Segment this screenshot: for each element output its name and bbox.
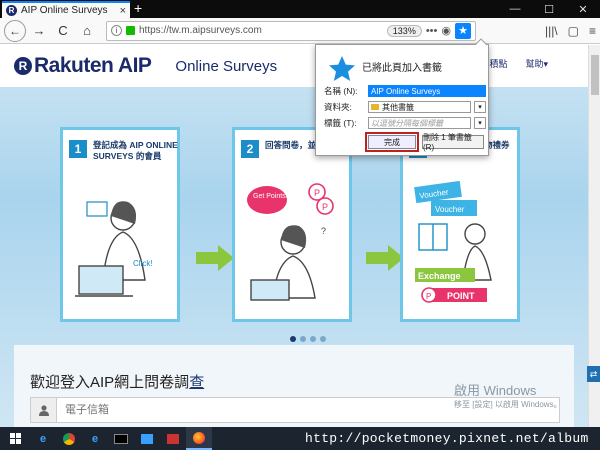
step-card-3: 3 積分，兌換購物禮券 Voucher Voucher Exchange P P… [400,127,520,322]
bookmark-popup: 已將此頁加入書籤 名稱 (N): AIP Online Surveys 資料夾:… [315,38,489,156]
login-title: 歡迎登入AIP網上問卷調查 [30,371,204,392]
web-page: R Rakuten AIP Online Surveys 的積點 幫助▾ 1 登… [0,45,588,427]
pocket-icon[interactable]: ◉ [441,24,451,37]
back-button[interactable]: ← [4,19,26,42]
library-icon[interactable]: |||\ [545,24,558,38]
point-label: POINT [447,291,475,301]
window-controls: — ☐ ✕ [498,0,600,18]
popup-title: 已將此頁加入書籤 [362,63,442,74]
tab-favicon: R [6,5,17,16]
forward-button[interactable]: → [28,20,50,42]
site-nav: 的積點 幫助▾ [480,57,548,70]
folder-icon [371,104,379,110]
login-title-link[interactable]: 查 [189,374,204,391]
site-header: R Rakuten AIP Online Surveys 的積點 幫助▾ [0,45,588,87]
maximize-button[interactable]: ☐ [532,0,566,18]
sidebar-icon[interactable]: ▢ [568,24,579,38]
reload-button[interactable]: C [52,20,74,42]
activation-line2: 移至 [設定] 以啟用 Windows。 [454,400,562,409]
lock-icon [126,26,135,35]
activation-line1: 啟用 Windows [454,383,537,398]
info-icon[interactable]: i [111,25,122,36]
survey-user-illustration: Get Points! P P ? [247,183,334,301]
get-points-label: Get Points! [253,193,288,200]
tab-title: AIP Online Surveys [21,5,108,16]
chrome-icon[interactable] [56,427,82,450]
new-tab-button[interactable]: + [134,1,142,16]
ie-icon[interactable]: e [82,427,108,450]
site-nav-help[interactable]: 幫助▾ [525,57,548,70]
tags-field[interactable]: 以逗號分隔每個標籤 [368,117,471,129]
bookmark-tags-row: 標籤 (T): 以逗號分隔每個標籤 ▾ [324,117,486,129]
carousel-dots [290,336,326,342]
click-label: Click! [133,259,153,268]
home-button[interactable]: ⌂ [76,20,98,42]
toolbar-right: |||\ ▢ ≡ [545,24,596,38]
blog-watermark: http://pocketmoney.pixnet.net/album [305,431,589,446]
store-icon[interactable] [134,427,160,450]
step-text: 登記成為 AIP ONLINE SURVEYS 的會員 [93,140,178,161]
minimize-button[interactable]: — [498,0,532,18]
points-p-label: P [322,202,328,212]
address-bar[interactable]: i https://tw.m.aipsurveys.com 133% ••• ◉… [106,20,476,41]
bookmark-star-icon[interactable]: ★ [455,22,471,39]
tags-dropdown-button[interactable]: ▾ [474,117,486,129]
carousel-dot[interactable] [300,336,306,342]
voucher-label: Voucher [435,205,465,214]
exchange-label: Exchange [418,271,461,281]
point-p-label: P [426,292,431,301]
site-subtitle: Online Surveys [175,57,278,75]
remove-bookmark-button[interactable]: 刪除 1 筆書籤 (R) [422,133,484,152]
edge-icon[interactable]: e [30,427,56,450]
folder-select[interactable]: 其他書籤 [368,101,471,113]
carousel-dot[interactable] [320,336,326,342]
carousel-dot[interactable] [290,336,296,342]
name-label: 名稱 (N): [324,86,358,96]
rakuten-logo-mark[interactable]: R [14,57,32,75]
menu-icon[interactable]: ≡ [589,24,596,38]
step-card-1: 1 登記成為 AIP ONLINE SURVEYS 的會員 Click! [60,127,180,322]
question-mark-label: ? [321,226,326,236]
tags-label: 標籤 (T): [324,118,357,128]
bookmark-star-icon [329,56,355,81]
start-button[interactable] [0,427,30,450]
folder-dropdown-button[interactable]: ▾ [474,101,486,113]
bookmark-name-field[interactable]: AIP Online Surveys [368,85,486,97]
voucher-exchange-illustration: Voucher Voucher Exchange P POINT [414,180,492,303]
side-widget-icon[interactable]: ⇄ [587,366,600,382]
tab-aip-online-surveys[interactable]: R AIP Online Surveys × [2,1,130,18]
carousel-dot[interactable] [310,336,316,342]
folder-value: 其他書籤 [382,102,414,112]
bookmark-folder-row: 資料夾: 其他書籤 ▾ [324,101,486,113]
photos-icon[interactable] [160,427,186,450]
laptop-user-illustration: Click! [75,201,153,297]
arrow-right-icon [196,245,234,271]
arrow-right-icon [366,245,404,271]
bookmark-name-row: 名稱 (N): AIP Online Surveys [324,85,486,97]
tab-strip: R AIP Online Surveys × + — ☐ ✕ [0,0,600,18]
login-title-text: 歡迎登入AIP網上問卷調 [30,374,190,391]
step-card-2: 2 回答問卷，並累積積分 Get Points! P P ? [232,127,352,322]
navigation-toolbar: ← → C ⌂ i https://tw.m.aipsurveys.com 13… [0,18,600,44]
user-icon [31,398,57,422]
rakuten-logo-text[interactable]: Rakuten AIP [34,54,152,78]
page-actions-icon[interactable]: ••• [426,25,438,37]
scroll-thumb[interactable] [591,55,599,95]
step-number: 1 [69,140,87,158]
windows-logo-icon [9,433,21,444]
step-number: 2 [241,140,259,158]
windows-activation-watermark: 啟用 Windows 移至 [設定] 以啟用 Windows。 [454,380,562,410]
close-window-button[interactable]: ✕ [566,0,600,18]
url-text[interactable]: https://tw.m.aipsurveys.com [139,25,383,36]
folder-label: 資料夾: [324,102,352,112]
firefox-icon[interactable] [186,427,212,450]
tab-close-icon[interactable]: × [120,5,126,17]
cmd-icon[interactable] [108,427,134,450]
done-button[interactable]: 完成 [365,132,419,152]
steps-banner: 1 登記成為 AIP ONLINE SURVEYS 的會員 Click! 2 回… [0,95,588,335]
zoom-level[interactable]: 133% [386,24,422,37]
points-p-label: P [314,188,320,198]
